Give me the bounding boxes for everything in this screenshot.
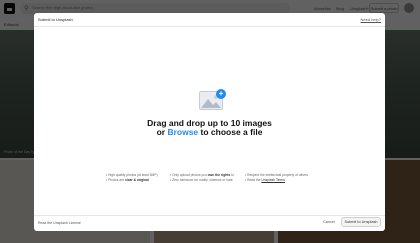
dropzone-subheading: or Browse to choose a file xyxy=(34,127,385,137)
modal-title: Submit to Unsplash xyxy=(38,17,73,22)
requirement-item: • Zero tolerance for nudity, violence or… xyxy=(170,178,233,182)
submit-to-unsplash-button[interactable]: Submit to Unsplash xyxy=(341,217,381,227)
unsplash-terms-link[interactable]: Unsplash Terms xyxy=(261,178,285,182)
requirement-item: • Respect the intellectual property of o… xyxy=(245,173,308,177)
license-link[interactable]: Read the Unsplash License xyxy=(38,221,81,225)
browse-link[interactable]: Browse xyxy=(167,127,198,137)
cancel-button[interactable]: Cancel xyxy=(323,218,335,227)
divider xyxy=(34,215,385,216)
dropzone-suffix: to choose a file xyxy=(200,127,263,137)
dropzone-or: or xyxy=(156,127,166,137)
requirement-item: • Photos are clear & original xyxy=(106,178,149,182)
requirement-item: • High quality photos (at least 5MP) xyxy=(106,173,158,177)
divider xyxy=(34,26,385,27)
need-help-link[interactable]: Need help? xyxy=(361,17,381,22)
submit-modal: Submit to Unsplash Need help? + Drag and… xyxy=(34,13,385,231)
requirement-item: • Read the Unsplash Terms xyxy=(245,178,285,182)
requirement-item: • Only upload photos you own the rights … xyxy=(170,173,234,177)
plus-icon[interactable]: + xyxy=(216,89,226,99)
